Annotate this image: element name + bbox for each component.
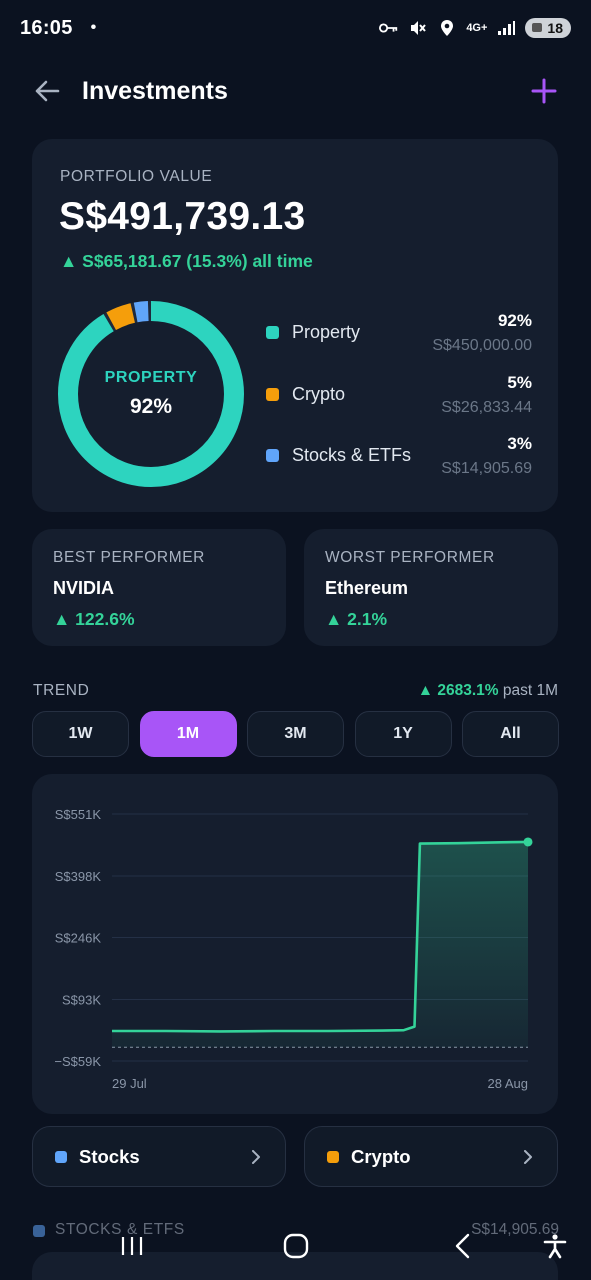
chevron-right-icon [524, 1149, 532, 1164]
best-performer-card[interactable]: BEST PERFORMER NVIDIA ▲ 122.6% [32, 529, 286, 646]
status-time: 16:05 [20, 16, 73, 39]
x-tick-label: 29 Jul [112, 1076, 147, 1091]
category-name: Crypto [351, 1145, 411, 1167]
network-icon: 4G+ [466, 22, 488, 34]
trend-change-value: ▲ 2683.1% [417, 682, 499, 699]
donut-center: PROPERTY 92% [56, 299, 246, 489]
battery-icon: 18 [525, 18, 571, 38]
property-swatch [266, 326, 279, 339]
location-icon [437, 18, 457, 38]
legend-percent: 5% [507, 372, 532, 392]
plus-icon [531, 78, 557, 104]
range-tab-1w[interactable]: 1W [32, 711, 129, 757]
trend-change: ▲ 2683.1% past 1M [418, 682, 558, 700]
arrow-left-icon [35, 80, 60, 102]
worst-performer-change: ▲ 2.1% [325, 609, 388, 629]
portfolio-label: PORTFOLIO VALUE [60, 168, 213, 185]
y-tick-label: −S$59K [54, 1054, 101, 1069]
status-icons: 4G+ 18 [379, 18, 571, 38]
chevron-right-icon [252, 1149, 260, 1164]
stocks-swatch [266, 449, 279, 462]
range-tab-1y[interactable]: 1Y [354, 711, 452, 757]
worst-performer-name: Ethereum [325, 578, 409, 598]
crypto-swatch [266, 387, 279, 401]
recents-icon[interactable] [118, 1232, 146, 1260]
legend-percent: 92% [497, 311, 532, 330]
range-tab-3m[interactable]: 3M [247, 711, 344, 757]
app-header: Investments [32, 66, 559, 116]
x-tick-label: 28 Aug [488, 1076, 529, 1091]
trend-chart-card: S$551K S$398K S$246K S$93K −S$59K 29 Jul 28 Au… [32, 774, 558, 1114]
y-tick-label: S$551K [55, 807, 102, 822]
portfolio-card: PORTFOLIO VALUE S$491,739.13 ▲ S$65,181.… [32, 139, 558, 512]
trend-label: TREND [33, 682, 90, 699]
best-performer-change: ▲ 122.6% [53, 609, 135, 629]
stocks-swatch [55, 1150, 67, 1163]
legend-item-crypto: Crypto 5% S$26,833.44 [262, 369, 532, 431]
legend-amount: S$450,000.00 [432, 337, 532, 354]
mute-icon [408, 18, 428, 38]
key-icon [379, 18, 399, 38]
legend-percent: 3% [507, 434, 532, 453]
range-tab-all[interactable]: All [462, 711, 559, 757]
range-tabs: 1W 1M 3M 1Y All [32, 711, 559, 758]
worst-performer-card[interactable]: WORST PERFORMER Ethereum ▲ 2.1% [304, 529, 558, 646]
y-tick-label: S$398K [55, 869, 102, 884]
page-title: Investments [82, 76, 228, 105]
series-last-point [523, 837, 533, 847]
home-icon[interactable] [282, 1232, 310, 1260]
trend-change-period: past 1M [502, 682, 558, 699]
system-nav-bar [0, 1210, 591, 1280]
legend-amount: S$26,833.44 [441, 398, 532, 416]
donut-center-value: 92% [129, 395, 173, 418]
range-tab-1m[interactable]: 1M [139, 711, 237, 757]
stocks-category-button[interactable]: Stocks [32, 1126, 286, 1187]
legend-item-property: Property 92% S$450,000.00 [262, 307, 532, 369]
legend-name: Crypto [292, 383, 346, 404]
portfolio-value: S$491,739.13 [59, 195, 306, 238]
y-tick-label: S$246K [55, 931, 102, 946]
allocation-legend: Property 92% S$450,000.00 Crypto 5% S$26… [262, 307, 532, 492]
signal-icon [496, 18, 516, 38]
trend-chart: S$551K S$398K S$246K S$93K −S$59K 29 Jul 28 Au… [54, 807, 533, 1091]
legend-amount: S$14,905.69 [441, 460, 532, 477]
portfolio-change: ▲ S$65,181.67 (15.3%) all time [60, 251, 313, 271]
notification-dot: • [90, 19, 97, 36]
crypto-swatch [327, 1150, 339, 1163]
donut-center-label: PROPERTY [104, 369, 198, 386]
worst-performer-label: WORST PERFORMER [325, 549, 495, 566]
back-button[interactable] [32, 76, 62, 106]
back-nav-icon[interactable] [448, 1232, 476, 1260]
status-bar: 16:05 • 4G+ 18 [0, 0, 591, 56]
best-performer-label: BEST PERFORMER [53, 549, 205, 566]
y-tick-label: S$93K [62, 992, 101, 1007]
series-area [112, 841, 528, 1048]
legend-item-stocks-etfs: Stocks & ETFs 3% S$14,905.69 [262, 430, 532, 492]
best-performer-name: NVIDIA [53, 578, 115, 598]
crypto-category-button[interactable]: Crypto [304, 1126, 558, 1187]
legend-name: Property [292, 322, 361, 342]
legend-name: Stocks & ETFs [292, 445, 412, 465]
accessibility-icon[interactable] [541, 1232, 569, 1260]
category-name: Stocks [79, 1145, 140, 1167]
add-investment-button[interactable] [529, 76, 559, 106]
